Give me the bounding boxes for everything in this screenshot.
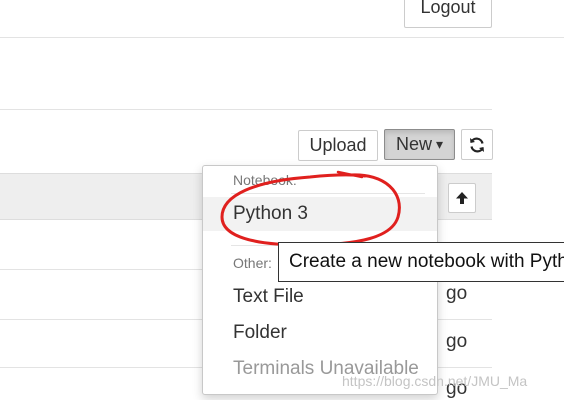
- menu-item-text-file[interactable]: Text File: [203, 280, 437, 314]
- upload-button[interactable]: Upload: [298, 130, 378, 161]
- caret-down-icon: ▾: [435, 136, 444, 152]
- new-notebook-tooltip: Create a new notebook with Python 3: [278, 242, 564, 282]
- refresh-icon: [470, 137, 484, 152]
- menu-item-folder[interactable]: Folder: [203, 316, 437, 350]
- new-button-label: New: [395, 134, 432, 154]
- table-row-modified: go: [446, 331, 468, 352]
- logout-button[interactable]: Logout: [404, 0, 492, 28]
- refresh-button[interactable]: [461, 129, 493, 160]
- new-dropdown-button[interactable]: New ▾: [384, 129, 455, 160]
- tabs-divider: [0, 109, 492, 110]
- table-row-modified: go: [446, 283, 468, 304]
- arrow-up-icon: [456, 192, 468, 204]
- header-divider: [0, 37, 564, 38]
- sort-button[interactable]: [448, 183, 476, 213]
- other-section-header: Other:: [233, 255, 272, 271]
- watermark-text: https://blog.csdn.net/JMU_Ma: [342, 373, 528, 389]
